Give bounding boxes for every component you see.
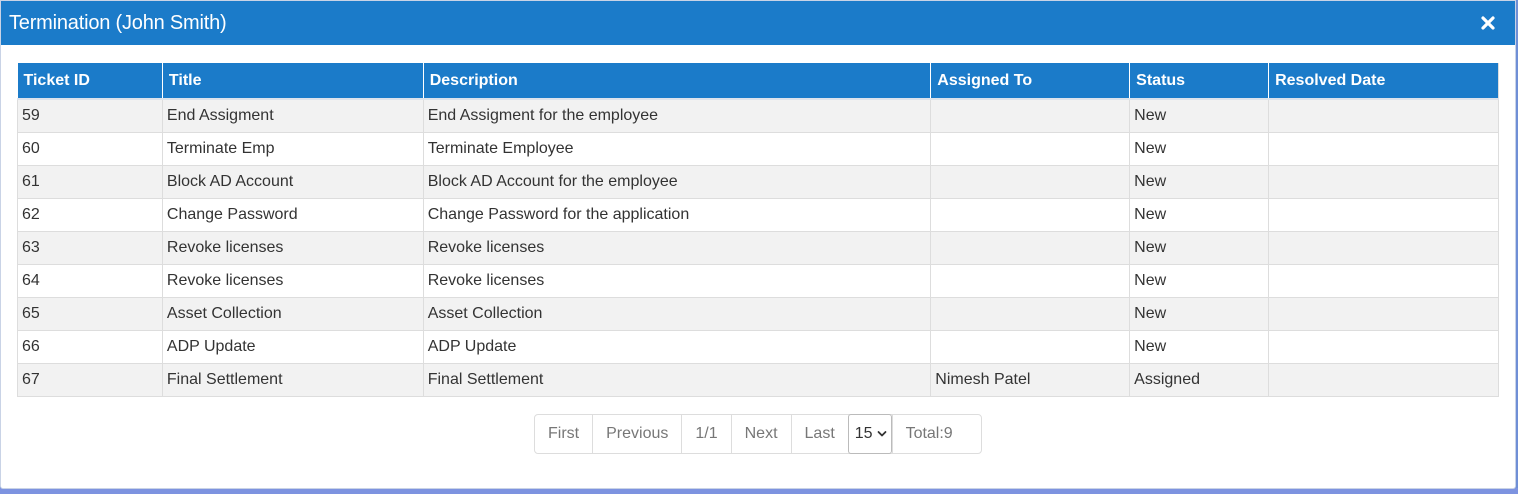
table-row[interactable]: 66 ADP Update ADP Update New xyxy=(17,329,1499,363)
cell-ticket-id: 66 xyxy=(17,329,163,363)
column-header-title[interactable]: Title xyxy=(161,63,424,100)
cell-description: ADP Update xyxy=(422,329,931,363)
column-header-ticket-id[interactable]: Ticket ID xyxy=(17,63,163,100)
cell-status: New xyxy=(1129,131,1269,165)
cell-assigned-to xyxy=(930,164,1130,198)
cell-ticket-id: 60 xyxy=(17,131,163,165)
cell-ticket-id: 63 xyxy=(17,230,163,264)
pagination: First Previous 1/1 Next Last 15 Total:9 xyxy=(534,413,982,454)
cell-ticket-id: 62 xyxy=(17,197,163,231)
chevron-down-icon xyxy=(877,430,886,436)
cell-status: New xyxy=(1129,329,1269,363)
table-row[interactable]: 67 Final Settlement Final Settlement Nim… xyxy=(17,362,1499,396)
cell-resolved-date xyxy=(1268,296,1499,330)
cell-description: Terminate Employee xyxy=(422,131,931,165)
total-count: Total:9 xyxy=(891,414,966,453)
page-size-select[interactable]: 15 xyxy=(847,413,892,454)
cell-title: Revoke licenses xyxy=(161,263,424,297)
cell-ticket-id: 59 xyxy=(17,98,163,132)
close-button[interactable] xyxy=(1479,14,1497,32)
cell-assigned-to: Nimesh Patel xyxy=(930,362,1130,396)
cell-title: Block AD Account xyxy=(161,164,424,198)
cell-title: Revoke licenses xyxy=(161,230,424,264)
previous-page-button[interactable]: Previous xyxy=(592,414,682,453)
cell-ticket-id: 67 xyxy=(17,362,163,396)
table-row[interactable]: 64 Revoke licenses Revoke licenses New xyxy=(17,263,1499,297)
page-size-value: 15 xyxy=(854,424,873,442)
cell-description: End Assigment for the employee xyxy=(422,98,931,132)
cell-title: Asset Collection xyxy=(161,296,424,330)
cell-assigned-to xyxy=(930,197,1130,231)
cell-description: Final Settlement xyxy=(422,362,931,396)
cell-status: New xyxy=(1129,263,1269,297)
table-header-row: Ticket ID Title Description Assigned To … xyxy=(17,63,1499,100)
cell-resolved-date xyxy=(1268,329,1499,363)
modal-header: Termination (John Smith) xyxy=(1,1,1515,45)
cell-resolved-date xyxy=(1268,98,1499,132)
cell-description: Revoke licenses xyxy=(422,230,931,264)
cell-assigned-to xyxy=(930,296,1130,330)
termination-modal: Termination (John Smith) Ticket ID Title xyxy=(0,0,1516,489)
cell-resolved-date xyxy=(1268,131,1499,165)
column-header-description[interactable]: Description xyxy=(422,63,931,100)
cell-ticket-id: 65 xyxy=(17,296,163,330)
modal-body: Ticket ID Title Description Assigned To … xyxy=(1,45,1515,454)
cell-status: New xyxy=(1129,230,1269,264)
first-page-button[interactable]: First xyxy=(535,414,593,453)
cell-status: New xyxy=(1129,164,1269,198)
cell-resolved-date xyxy=(1268,164,1499,198)
tickets-table: Ticket ID Title Description Assigned To … xyxy=(17,63,1499,397)
table-row[interactable]: 61 Block AD Account Block AD Account for… xyxy=(17,164,1499,198)
cell-status: New xyxy=(1129,296,1269,330)
cell-status: New xyxy=(1129,197,1269,231)
cell-assigned-to xyxy=(930,230,1130,264)
cell-status: New xyxy=(1129,98,1269,132)
table-row[interactable]: 63 Revoke licenses Revoke licenses New xyxy=(17,230,1499,264)
cell-ticket-id: 64 xyxy=(17,263,163,297)
column-header-status[interactable]: Status xyxy=(1129,63,1269,100)
cell-description: Asset Collection xyxy=(422,296,931,330)
cell-ticket-id: 61 xyxy=(17,164,163,198)
cell-assigned-to xyxy=(930,329,1130,363)
column-header-assigned-to[interactable]: Assigned To xyxy=(930,63,1130,100)
cell-resolved-date xyxy=(1268,230,1499,264)
modal-title: Termination (John Smith) xyxy=(9,11,227,34)
cell-status: Assigned xyxy=(1129,362,1269,396)
close-icon xyxy=(1481,16,1495,30)
table-row[interactable]: 65 Asset Collection Asset Collection New xyxy=(17,296,1499,330)
cell-description: Revoke licenses xyxy=(422,263,931,297)
cell-resolved-date xyxy=(1268,263,1499,297)
cell-resolved-date xyxy=(1268,362,1499,396)
cell-description: Block AD Account for the employee xyxy=(422,164,931,198)
cell-assigned-to xyxy=(930,98,1130,132)
cell-assigned-to xyxy=(930,263,1130,297)
next-page-button[interactable]: Next xyxy=(730,414,791,453)
page-indicator: 1/1 xyxy=(681,414,731,453)
table-row[interactable]: 62 Change Password Change Password for t… xyxy=(17,197,1499,231)
cell-title: ADP Update xyxy=(161,329,424,363)
cell-assigned-to xyxy=(930,131,1130,165)
cell-title: End Assigment xyxy=(161,98,424,132)
cell-title: Change Password xyxy=(161,197,424,231)
last-page-button[interactable]: Last xyxy=(790,414,848,453)
cell-title: Terminate Emp xyxy=(161,131,424,165)
table-row[interactable]: 60 Terminate Emp Terminate Employee New xyxy=(17,131,1499,165)
cell-resolved-date xyxy=(1268,197,1499,231)
cell-description: Change Password for the application xyxy=(422,197,931,231)
column-header-resolved-date[interactable]: Resolved Date xyxy=(1268,63,1499,100)
cell-title: Final Settlement xyxy=(161,362,424,396)
table-row[interactable]: 59 End Assigment End Assigment for the e… xyxy=(17,98,1499,132)
